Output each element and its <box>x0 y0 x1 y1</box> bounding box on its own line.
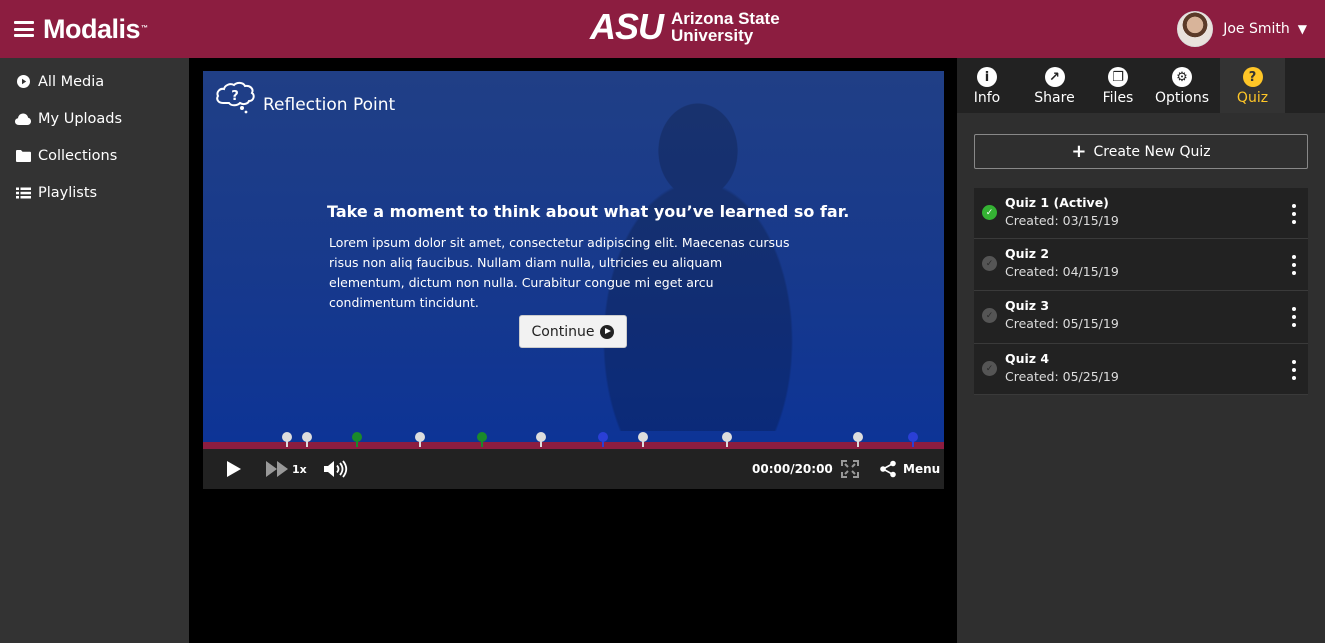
plus-icon: + <box>1071 141 1087 162</box>
sidebar-item-label: All Media <box>38 73 105 90</box>
sidebar-item-playlists[interactable]: Playlists <box>0 174 189 211</box>
brand-logo[interactable]: Modalis™ <box>43 14 148 44</box>
tab-label: Files <box>1102 90 1134 106</box>
video-player: ? Reflection Point Take a moment to thin… <box>203 71 944 489</box>
play-circle-icon <box>600 324 615 339</box>
user-name[interactable]: Joe Smith <box>1223 21 1290 37</box>
quiz-created: Created: 05/25/19 <box>1005 369 1119 384</box>
sidebar-item-collections[interactable]: Collections <box>0 137 189 174</box>
hamburger-menu-icon[interactable] <box>14 21 34 37</box>
quiz-title: Quiz 3 <box>1005 298 1050 313</box>
timeline-marker[interactable] <box>301 432 312 447</box>
files-icon: ❐ <box>1108 67 1128 87</box>
university-logo: ASU Arizona State University <box>590 6 780 47</box>
fullscreen-button[interactable] <box>841 449 859 489</box>
university-name-line1: Arizona State <box>671 9 780 28</box>
timeline-marker[interactable] <box>907 432 918 447</box>
more-options-icon[interactable] <box>1292 307 1296 327</box>
timeline-marker[interactable] <box>853 432 864 447</box>
top-bar: Modalis™ ASU Arizona State University Jo… <box>0 0 1325 58</box>
quiz-list: ✓ Quiz 1 (Active) Created: 03/15/19 ✓ Qu… <box>974 188 1308 395</box>
quiz-title: Quiz 2 <box>1005 246 1050 261</box>
check-circle-icon: ✓ <box>982 256 997 271</box>
info-icon: i <box>977 67 997 87</box>
reflection-heading: Take a moment to think about what you’ve… <box>327 202 850 221</box>
quiz-title: Quiz 4 <box>1005 351 1050 366</box>
tab-files[interactable]: ❐ Files <box>1092 58 1144 113</box>
tab-quiz[interactable]: ? Quiz <box>1220 58 1285 113</box>
create-new-quiz-button[interactable]: + Create New Quiz <box>974 134 1308 169</box>
quiz-item[interactable]: ✓ Quiz 2 Created: 04/15/19 <box>974 239 1308 291</box>
playback-speed[interactable]: 1x <box>292 449 307 489</box>
chevron-down-icon[interactable]: ▼ <box>1298 22 1307 36</box>
svg-text:?: ? <box>231 89 239 104</box>
video-screen[interactable]: ? Reflection Point Take a moment to thin… <box>203 71 944 442</box>
thought-bubble-question-icon: ? <box>216 81 255 114</box>
more-options-icon[interactable] <box>1292 204 1296 224</box>
sidebar-item-all-media[interactable]: All Media <box>0 63 189 100</box>
more-options-icon[interactable] <box>1292 255 1296 275</box>
sidebar-item-label: Playlists <box>38 184 98 201</box>
university-name-line2: University <box>671 26 754 45</box>
quiz-title: Quiz 1 (Active) <box>1005 195 1109 210</box>
tab-options[interactable]: ⚙ Options <box>1144 58 1220 113</box>
play-circle-icon <box>15 75 31 88</box>
create-label: Create New Quiz <box>1093 143 1211 160</box>
quiz-item[interactable]: ✓ Quiz 4 Created: 05/25/19 <box>974 344 1308 395</box>
tab-share[interactable]: ↗ Share <box>1017 58 1092 113</box>
right-panel: i Info ↗ Share ❐ Files ⚙ Options ? Quiz … <box>957 58 1325 643</box>
tab-label: Info <box>973 90 1001 106</box>
reflection-point-header: ? Reflection Point <box>215 81 395 115</box>
fullscreen-icon <box>841 460 859 478</box>
volume-button[interactable] <box>323 449 349 489</box>
share-icon: ↗ <box>1044 67 1065 87</box>
play-icon <box>227 461 241 477</box>
check-circle-icon: ✓ <box>982 361 997 376</box>
sidebar: All Media My Uploads Collections Playlis… <box>0 58 189 643</box>
continue-label: Continue <box>531 323 595 340</box>
tab-label: Options <box>1154 90 1210 106</box>
timeline-marker[interactable] <box>721 432 732 447</box>
folder-icon <box>15 149 31 162</box>
fast-forward-button[interactable] <box>266 449 288 489</box>
volume-icon <box>324 460 348 478</box>
list-icon <box>15 187 31 199</box>
check-circle-icon: ✓ <box>982 308 997 323</box>
cloud-icon <box>15 113 31 125</box>
reflection-body: Lorem ipsum dolor sit amet, consectetur … <box>329 235 790 310</box>
sidebar-item-label: My Uploads <box>38 110 123 127</box>
continue-button[interactable]: Continue <box>519 315 627 348</box>
tab-label: Share <box>1034 90 1075 106</box>
brand: Modalis™ <box>14 14 148 44</box>
quiz-created: Created: 04/15/19 <box>1005 264 1119 279</box>
user-menu[interactable]: Joe Smith ▼ <box>1177 11 1307 47</box>
share-nodes-icon <box>880 460 896 478</box>
quiz-created: Created: 05/15/19 <box>1005 316 1119 331</box>
play-button[interactable] <box>227 449 241 489</box>
check-circle-icon: ✓ <box>982 205 997 220</box>
fast-forward-icon <box>266 461 277 477</box>
asu-mark: ASU <box>590 6 664 47</box>
tab-label: Quiz <box>1236 90 1269 106</box>
share-menu-button[interactable]: Menu <box>879 449 940 489</box>
overlay-title: Reflection Point <box>263 95 396 115</box>
gear-icon: ⚙ <box>1172 67 1192 87</box>
timeline-marker[interactable] <box>535 432 546 447</box>
quiz-item[interactable]: ✓ Quiz 3 Created: 05/15/19 <box>974 291 1308 344</box>
quiz-item[interactable]: ✓ Quiz 1 (Active) Created: 03/15/19 <box>974 188 1308 239</box>
progress-bar[interactable] <box>203 432 944 449</box>
sidebar-item-label: Collections <box>38 147 118 164</box>
timeline-marker[interactable] <box>281 432 292 447</box>
time-display: 00:00/20:00 <box>752 462 833 476</box>
more-options-icon[interactable] <box>1292 360 1296 380</box>
quiz-created: Created: 03/15/19 <box>1005 213 1119 228</box>
tab-bar: i Info ↗ Share ❐ Files ⚙ Options ? Quiz <box>957 58 1325 113</box>
player-controls: 1x 00:00/20:00 Menu <box>203 449 944 489</box>
avatar[interactable] <box>1177 11 1214 47</box>
question-icon: ? <box>1242 67 1263 87</box>
sidebar-item-my-uploads[interactable]: My Uploads <box>0 100 189 137</box>
menu-label: Menu <box>903 462 941 476</box>
tab-info[interactable]: i Info <box>957 58 1017 113</box>
